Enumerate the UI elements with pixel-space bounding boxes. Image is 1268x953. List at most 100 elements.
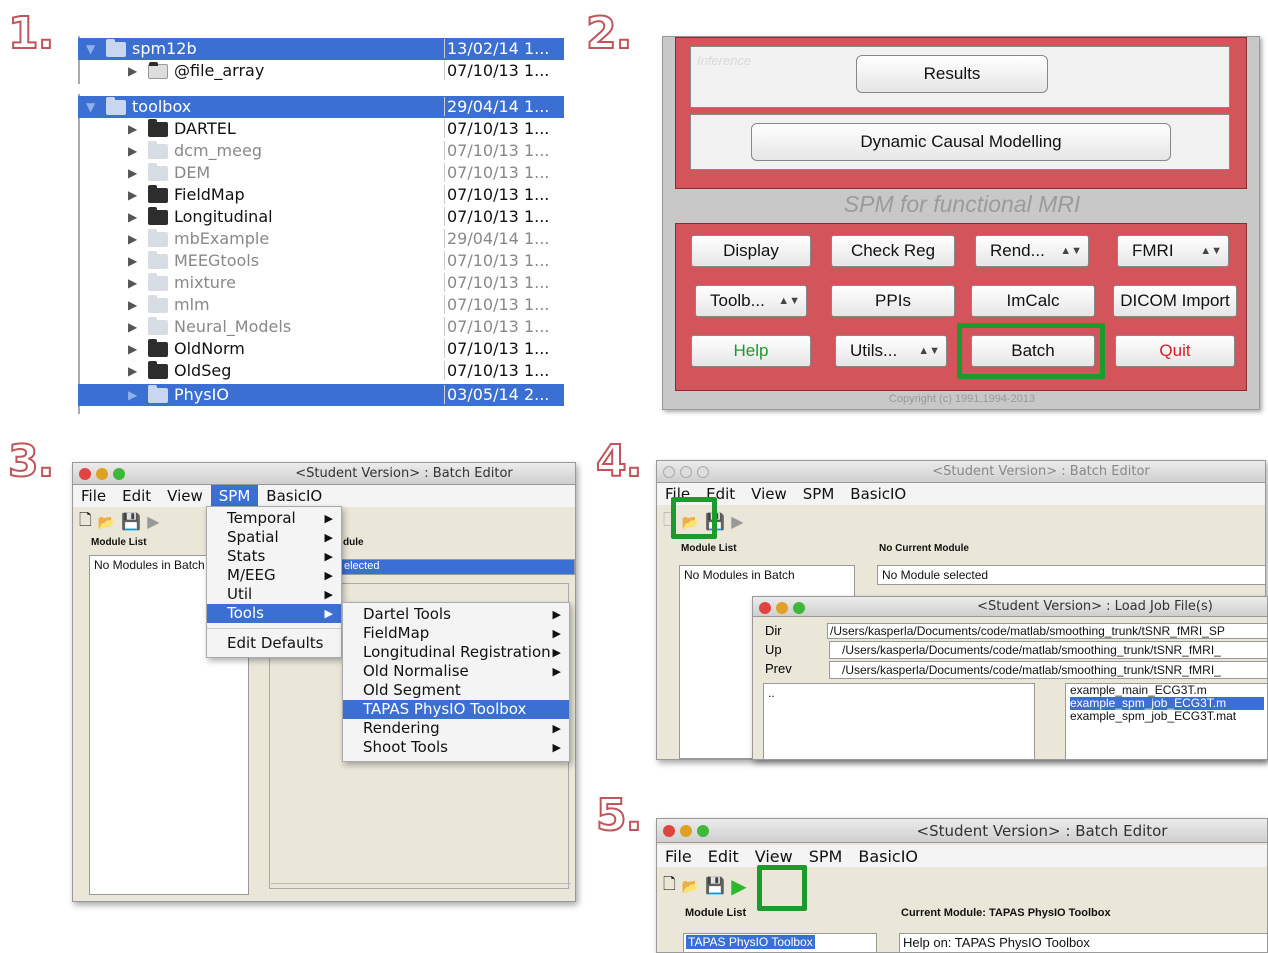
file-row[interactable]: ▼ spm12b 13/02/14 1... (78, 38, 564, 60)
module-detail[interactable]: No Module selected (877, 565, 1265, 585)
menu-item-dartel-tools[interactable]: Dartel Tools ▶ (343, 605, 569, 624)
menu-edit[interactable]: Edit (700, 845, 747, 867)
menu-item-meeg[interactable]: M/EEG ▶ (207, 566, 341, 585)
module-list[interactable]: TAPAS PhysIO Toolbox (683, 933, 877, 952)
results-button[interactable]: Results (856, 55, 1048, 93)
menu-spm[interactable]: SPM (801, 845, 851, 867)
help-field[interactable]: Help on: TAPAS PhysIO Toolbox (899, 933, 1267, 952)
menu-spm[interactable]: SPM (210, 485, 259, 507)
menu-item-spatial[interactable]: Spatial ▶ (207, 528, 341, 547)
file-row[interactable]: ▶ mbExample 29/04/14 1... (78, 228, 564, 250)
disclosure-closed-icon[interactable]: ▶ (128, 320, 137, 334)
window-controls[interactable] (79, 468, 125, 480)
disclosure-closed-icon[interactable]: ▶ (128, 388, 137, 402)
file-list[interactable]: example_main_ECG3T.m example_spm_job_ECG… (1065, 683, 1267, 759)
quit-button[interactable]: Quit (1115, 335, 1235, 367)
up-field[interactable]: /Users/kasperla/Documents/code/matlab/sm… (829, 641, 1267, 659)
save-icon[interactable]: 💾 (705, 876, 725, 896)
file-row[interactable]: ▶ Longitudinal 07/10/13 1... (78, 206, 564, 228)
menu-file[interactable]: File (657, 845, 700, 867)
file-row[interactable]: ▶ Neural_Models 07/10/13 1... (78, 316, 564, 338)
file-row[interactable]: ▶ FieldMap 07/10/13 1... (78, 184, 564, 206)
run-icon[interactable]: ▶ (731, 512, 743, 532)
up-button[interactable]: Up (765, 642, 782, 657)
menu-view[interactable]: View (743, 483, 795, 505)
disclosure-closed-icon[interactable]: ▶ (128, 210, 137, 224)
file-row[interactable]: ▶ DARTEL 07/10/13 1... (78, 118, 564, 140)
menu-basicio[interactable]: BasicIO (850, 845, 926, 867)
new-file-icon[interactable]: 🗋 (663, 873, 676, 900)
file-row[interactable]: ▶ mlm 07/10/13 1... (78, 294, 564, 316)
disclosure-open-icon[interactable]: ▼ (86, 100, 95, 114)
menu-item-edit-defaults[interactable]: Edit Defaults (207, 634, 341, 653)
rend-dropdown[interactable]: Rend... ▲▼ (975, 235, 1089, 267)
prev-label[interactable]: Prev (765, 661, 792, 676)
disclosure-closed-icon[interactable]: ▶ (128, 122, 137, 136)
module-list-item-physio[interactable]: TAPAS PhysIO Toolbox (686, 935, 815, 949)
menu-edit[interactable]: Edit (114, 485, 159, 507)
save-icon[interactable]: 💾 (121, 512, 141, 532)
file-row[interactable]: ▶ @file_array 07/10/13 1... (78, 60, 564, 82)
menu-basicio[interactable]: BasicIO (258, 485, 330, 507)
file-row[interactable]: ▶ dcm_meeg 07/10/13 1... (78, 140, 564, 162)
directory-list[interactable]: .. (763, 683, 1035, 759)
menu-view[interactable]: View (159, 485, 211, 507)
help-button[interactable]: Help (691, 335, 811, 367)
menu-item-tapas-physio[interactable]: TAPAS PhysIO Toolbox (343, 700, 569, 719)
menu-item-stats[interactable]: Stats ▶ (207, 547, 341, 566)
window-controls[interactable] (663, 825, 709, 837)
file-row[interactable]: ▼ toolbox 29/04/14 1... (78, 96, 564, 118)
dir-field[interactable]: /Users/kasperla/Documents/code/matlab/sm… (827, 623, 1267, 639)
file-row[interactable]: ▶ OldNorm 07/10/13 1... (78, 338, 564, 360)
menu-item-temporal[interactable]: Temporal ▶ (207, 509, 341, 528)
menu-item-shoot-tools[interactable]: Shoot Tools ▶ (343, 738, 569, 757)
menu-item-old-normalise[interactable]: Old Normalise ▶ (343, 662, 569, 681)
menu-item-longitudinal-registration[interactable]: Longitudinal Registration ▶ (343, 643, 569, 662)
run-icon[interactable]: ▶ (731, 874, 746, 899)
disclosure-closed-icon[interactable]: ▶ (128, 254, 137, 268)
window-controls[interactable] (663, 466, 709, 478)
menu-spm[interactable]: SPM (795, 483, 843, 505)
toolbox-dropdown[interactable]: Toolb... ▲▼ (695, 285, 807, 317)
check-reg-button[interactable]: Check Reg (831, 235, 955, 267)
parent-dir-item[interactable]: .. (768, 686, 775, 700)
disclosure-closed-icon[interactable]: ▶ (128, 188, 137, 202)
open-folder-icon[interactable]: 📂 (682, 878, 699, 895)
disclosure-closed-icon[interactable]: ▶ (128, 144, 137, 158)
menu-view[interactable]: View (747, 845, 801, 867)
disclosure-open-icon[interactable]: ▼ (86, 42, 95, 56)
open-folder-icon[interactable]: 📂 (98, 514, 115, 531)
file-name: Neural_Models (174, 317, 292, 336)
dcm-button[interactable]: Dynamic Causal Modelling (751, 123, 1171, 161)
disclosure-closed-icon[interactable]: ▶ (128, 276, 137, 290)
ppis-button[interactable]: PPIs (831, 285, 955, 317)
menu-file[interactable]: File (73, 485, 114, 507)
window-controls[interactable] (759, 602, 805, 614)
prev-dropdown[interactable]: /Users/kasperla/Documents/code/matlab/sm… (829, 661, 1267, 679)
disclosure-closed-icon[interactable]: ▶ (128, 364, 137, 378)
file-row[interactable]: ▶ PhysIO 03/05/14 2... (78, 384, 564, 406)
menu-item-fieldmap[interactable]: FieldMap ▶ (343, 624, 569, 643)
menu-item-old-segment[interactable]: Old Segment (343, 681, 569, 700)
new-file-icon[interactable]: 🗋 (79, 509, 92, 536)
file-row[interactable]: ▶ DEM 07/10/13 1... (78, 162, 564, 184)
file-item[interactable]: example_spm_job_ECG3T.mat (1070, 710, 1264, 723)
disclosure-closed-icon[interactable]: ▶ (128, 342, 137, 356)
disclosure-closed-icon[interactable]: ▶ (128, 64, 137, 78)
dicom-import-button[interactable]: DICOM Import (1113, 285, 1237, 317)
imcalc-button[interactable]: ImCalc (971, 285, 1095, 317)
file-row[interactable]: ▶ OldSeg 07/10/13 1... (78, 360, 564, 382)
display-button[interactable]: Display (691, 235, 811, 267)
file-row[interactable]: ▶ mixture 07/10/13 1... (78, 272, 564, 294)
utils-dropdown[interactable]: Utils... ▲▼ (835, 335, 947, 367)
menu-item-tools[interactable]: Tools ▶ (207, 604, 341, 623)
fmri-dropdown[interactable]: FMRI ▲▼ (1117, 235, 1229, 267)
disclosure-closed-icon[interactable]: ▶ (128, 232, 137, 246)
disclosure-closed-icon[interactable]: ▶ (128, 166, 137, 180)
disclosure-closed-icon[interactable]: ▶ (128, 298, 137, 312)
file-row[interactable]: ▶ MEEGtools 07/10/13 1... (78, 250, 564, 272)
menu-item-util[interactable]: Util ▶ (207, 585, 341, 604)
menu-item-rendering[interactable]: Rendering ▶ (343, 719, 569, 738)
run-icon[interactable]: ▶ (147, 512, 159, 532)
menu-basicio[interactable]: BasicIO (842, 483, 914, 505)
